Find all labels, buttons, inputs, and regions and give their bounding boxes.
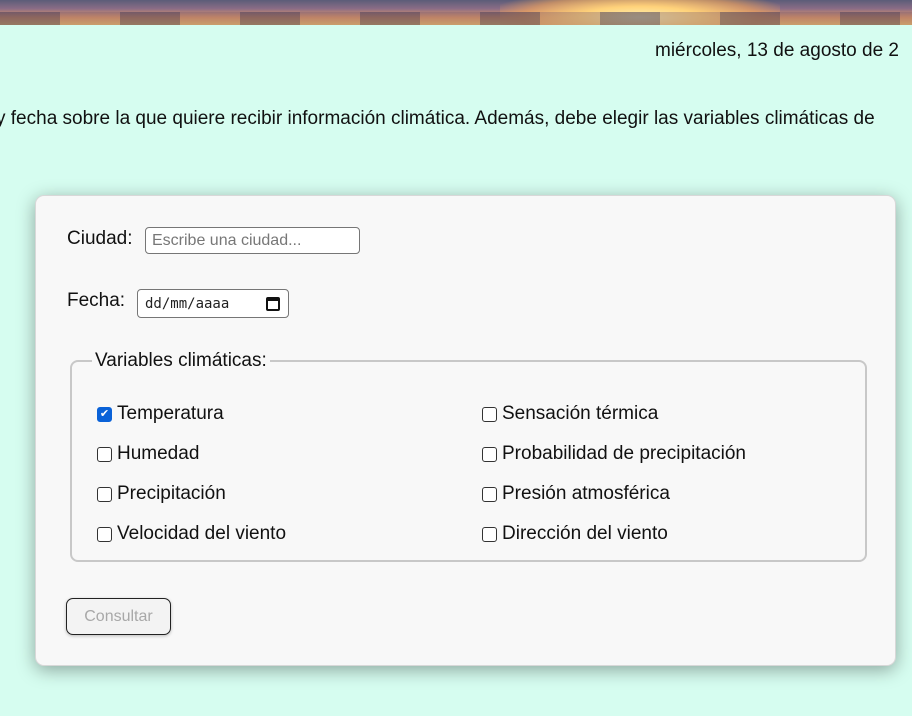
variable-checkbox[interactable]: ✔ [97, 406, 112, 422]
variable-label: Humedad [117, 443, 200, 464]
date-input-placeholder: dd/mm/aaaa [145, 295, 230, 312]
variable-checkbox[interactable] [97, 446, 112, 462]
variable-option[interactable]: Velocidad del viento [97, 523, 286, 545]
variable-checkbox[interactable] [482, 526, 497, 542]
date-label: Fecha: [67, 290, 126, 311]
calendar-icon[interactable] [266, 296, 280, 311]
variable-checkbox[interactable] [97, 486, 112, 502]
intro-text: y fecha sobre la que quiere recibir info… [0, 108, 875, 129]
variable-option[interactable]: Sensación térmica [482, 403, 658, 425]
city-label: Ciudad: [67, 228, 133, 249]
variable-label: Presión atmosférica [502, 483, 670, 504]
climate-variables-legend: Variables climáticas: [95, 350, 267, 371]
climate-variables-fieldset: Variables climáticas: ✔ Temperatura Sensac… [70, 350, 867, 562]
consult-button[interactable]: Consultar [66, 598, 171, 635]
variable-checkbox[interactable] [482, 486, 497, 502]
variable-option[interactable]: ✔ Temperatura [97, 403, 224, 425]
variable-label: Temperatura [117, 403, 224, 424]
variable-label: Probabilidad de precipitación [502, 443, 746, 464]
variable-checkbox[interactable] [482, 446, 497, 462]
date-input[interactable]: dd/mm/aaaa [137, 289, 289, 318]
sunset-banner-image [0, 0, 912, 25]
variable-option[interactable]: Probabilidad de precipitación [482, 443, 746, 465]
variable-checkbox[interactable] [97, 526, 112, 542]
variable-option[interactable]: Precipitación [97, 483, 226, 505]
city-input[interactable] [145, 227, 360, 254]
variable-label: Precipitación [117, 483, 226, 504]
variable-option[interactable]: Humedad [97, 443, 199, 465]
variable-label: Sensación térmica [502, 403, 659, 424]
checkmark-icon: ✔ [99, 407, 110, 420]
banner-clouds [0, 12, 912, 25]
variable-option[interactable]: Dirección del viento [482, 523, 668, 545]
variable-label: Dirección del viento [502, 523, 668, 544]
variable-option[interactable]: Presión atmosférica [482, 483, 670, 505]
variable-label: Velocidad del viento [117, 523, 287, 544]
weather-form-card: Ciudad: Fecha: dd/mm/aaaa Variables clim… [35, 195, 896, 666]
current-date: miércoles, 13 de agosto de 2 [655, 40, 899, 61]
variable-checkbox[interactable] [482, 406, 497, 422]
